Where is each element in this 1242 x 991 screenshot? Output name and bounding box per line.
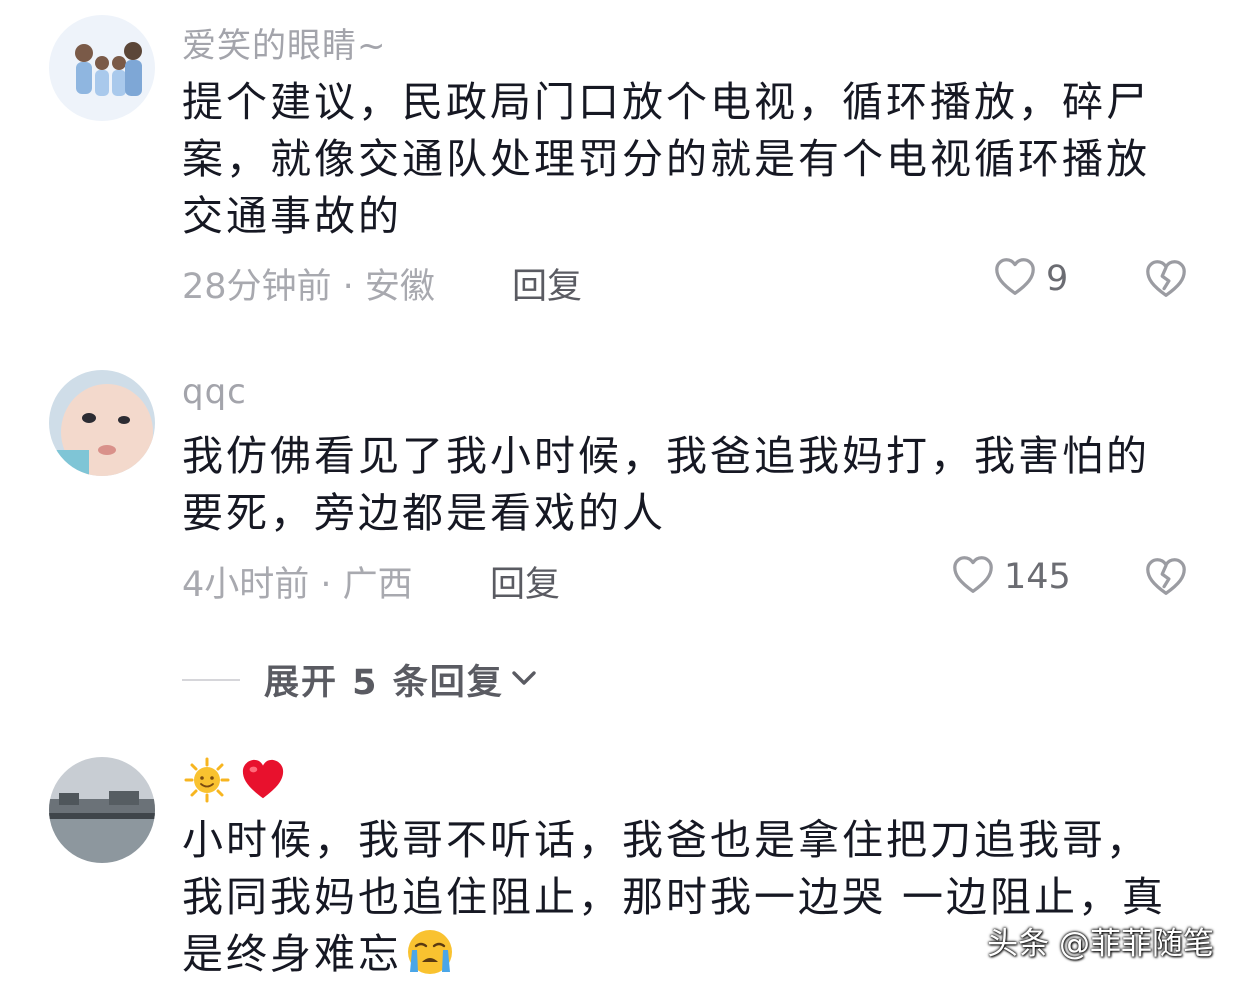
chevron-down-icon [504, 662, 540, 698]
divider-line [182, 678, 240, 681]
username[interactable]: 爱笑的眼睛~ [182, 18, 387, 67]
avatar[interactable] [49, 15, 155, 121]
crying-face-emoji-icon [402, 926, 458, 991]
like-count: 145 [1004, 557, 1071, 597]
dislike-button[interactable] [1143, 554, 1189, 600]
heart-outline-icon [992, 254, 1038, 304]
comment-text: 我仿佛看见了我小时候，我爸追我妈打，我害怕的要死，旁边都是看戏的人 [182, 432, 1150, 537]
avatar[interactable] [49, 757, 155, 863]
comment-meta: 28分钟前 · 安徽 [182, 267, 435, 307]
heart-outline-icon [950, 552, 996, 602]
dislike-button[interactable] [1143, 256, 1189, 302]
watermark: 头条 @菲菲随笔 [987, 926, 1214, 962]
username[interactable]: qqc [182, 372, 247, 412]
broken-heart-icon [1143, 558, 1189, 604]
like-count: 9 [1046, 259, 1069, 299]
like-button[interactable]: 145 [950, 552, 1071, 602]
username-emoji[interactable] [184, 757, 286, 807]
sun-emoji-icon [184, 757, 230, 807]
broken-heart-icon [1143, 260, 1189, 306]
comment-meta: 4小时前 · 广西 [182, 565, 413, 605]
heart-emoji-icon [240, 757, 286, 807]
avatar[interactable] [49, 370, 155, 476]
expand-replies-button[interactable]: 展开 5 条回复 [182, 654, 540, 705]
comment-text: 小时候，我哥不听话，我爸也是拿住把刀追我哥，我同我妈也追住阻止，那时我一边哭 一… [182, 812, 1192, 991]
expand-replies-label: 展开 5 条回复 [264, 663, 504, 703]
comment-text: 提个建议，民政局门口放个电视，循环播放，碎尸案，就像交通队处理罚分的就是有个电视… [182, 78, 1150, 240]
reply-button[interactable]: 回复 [490, 556, 560, 607]
reply-button[interactable]: 回复 [512, 258, 582, 309]
like-button[interactable]: 9 [992, 254, 1068, 304]
